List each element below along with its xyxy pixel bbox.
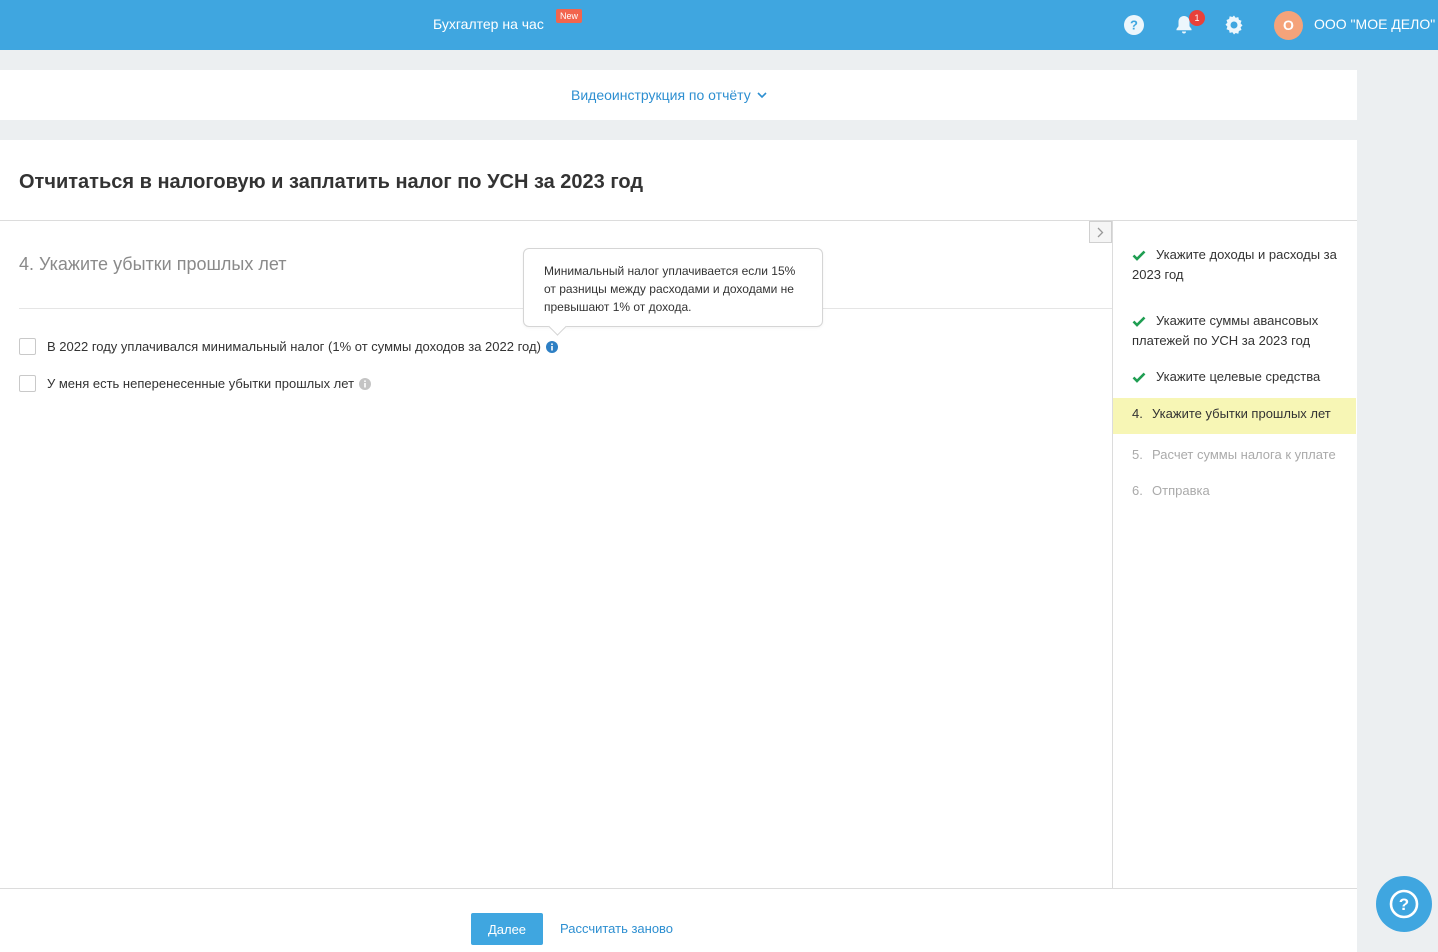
sidebar-step-submission: 6. Отправка [1113,476,1356,506]
check-icon [1132,250,1146,261]
sidebar-step-label: Укажите целевые средства [1156,369,1321,384]
check-icon [1132,316,1146,327]
sidebar-step-number: 4. [1132,406,1143,421]
min-tax-label: В 2022 году уплачивался минимальный нало… [47,339,541,354]
unused-losses-option[interactable]: У меня есть неперенесенные убытки прошлы… [19,375,372,392]
page-title: Отчитаться в налоговую и заплатить налог… [19,171,644,193]
collapse-sidebar-button[interactable] [1089,221,1112,243]
chevron-right-icon [1097,227,1104,237]
video-instruction-panel: Видеоинструкция по отчёту [0,70,1357,120]
sidebar-step-advance-payments[interactable]: Укажите суммы авансовых платежей по УСН … [1113,306,1356,356]
unused-losses-checkbox[interactable] [19,375,36,392]
min-tax-option[interactable]: В 2022 году уплачивался минимальный нало… [19,338,558,355]
sidebar-step-number: 5. [1132,447,1143,462]
gear-icon[interactable] [1222,13,1246,37]
avatar[interactable]: О [1274,11,1303,40]
accountant-per-hour-link[interactable]: Бухгалтер на час [433,16,544,32]
company-name[interactable]: ООО "МОЕ ДЕЛО" [1314,16,1435,32]
top-navigation-bar: Бухгалтер на час New ? 1 О ООО "МОЕ ДЕЛО… [0,0,1438,50]
min-tax-checkbox[interactable] [19,338,36,355]
steps-sidebar: Укажите доходы и расходы за 2023 год Ука… [1113,240,1356,506]
check-icon [1132,372,1146,383]
min-tax-tooltip: Минимальный налог уплачивается если 15% … [523,248,823,327]
new-badge: New [556,9,583,23]
report-wizard-card: Отчитаться в налоговую и заплатить налог… [0,140,1357,952]
svg-text:?: ? [1399,895,1409,914]
info-icon[interactable] [359,377,372,390]
notification-count-badge: 1 [1189,10,1205,26]
sidebar-step-label: Укажите доходы и расходы за 2023 год [1132,247,1337,282]
recalculate-link[interactable]: Рассчитать заново [560,921,673,936]
sidebar-step-label: Расчет суммы налога к уплате [1152,447,1336,462]
sidebar-step-tax-calculation: 5. Расчет суммы налога к уплате [1113,440,1356,470]
unused-losses-label: У меня есть неперенесенные убытки прошлы… [47,376,355,391]
chevron-down-icon [757,91,767,98]
footer-divider [0,888,1357,889]
sidebar-step-label: Отправка [1152,483,1210,498]
video-instruction-link[interactable]: Видеоинструкция по отчёту [571,87,767,103]
sidebar-step-number: 6. [1132,483,1143,498]
svg-text:?: ? [1130,18,1138,33]
help-icon: ? [1389,889,1419,919]
sidebar-step-label: Укажите суммы авансовых платежей по УСН … [1132,313,1319,348]
sidebar-step-label: Укажите убытки прошлых лет [1152,406,1331,421]
floating-help-button[interactable]: ? [1376,876,1432,932]
sidebar-step-past-losses[interactable]: 4. Укажите убытки прошлых лет [1113,398,1356,434]
header-divider [0,220,1357,221]
next-button[interactable]: Далее [471,913,543,945]
sidebar-step-target-funds[interactable]: Укажите целевые средства [1113,362,1356,392]
sidebar-step-income-expenses[interactable]: Укажите доходы и расходы за 2023 год [1113,240,1356,290]
step-title: 4. Укажите убытки прошлых лет [19,254,287,274]
info-icon[interactable] [545,340,558,353]
video-instruction-label: Видеоинструкция по отчёту [571,87,751,103]
help-icon[interactable]: ? [1122,13,1146,37]
